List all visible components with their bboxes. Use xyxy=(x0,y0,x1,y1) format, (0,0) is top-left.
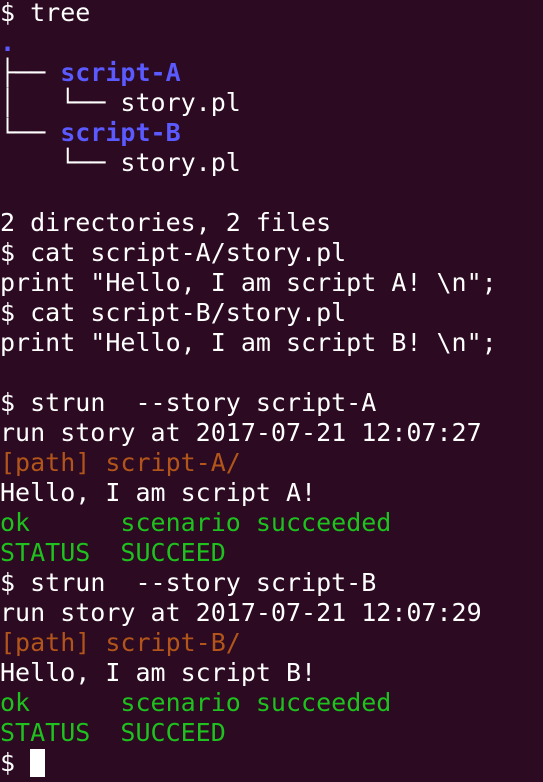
tree-entry-file-a: │ └── story.pl xyxy=(0,88,543,118)
run-result-line: ok scenario succeeded xyxy=(0,688,543,718)
cursor-block[interactable] xyxy=(30,749,46,777)
prompt-symbol: $ xyxy=(0,238,31,267)
terminal-line-cat-b-cmd: $ cat script-B/story.pl xyxy=(0,298,543,328)
status-spacer xyxy=(90,718,120,747)
terminal-line-cat-a-output: print "Hello, I am script A! \n"; xyxy=(0,268,497,297)
run-path: [path] script-A/ xyxy=(0,448,241,477)
terminal-line-strun-b-cmd: $ strun --story script-B xyxy=(0,568,543,598)
result-spacer xyxy=(30,688,120,717)
status-value: SUCCEED xyxy=(120,538,226,567)
terminal-line-cat-a-cmd: $ cat script-A/story.pl xyxy=(0,238,543,268)
result-ok: ok xyxy=(0,508,31,537)
terminal-line-active-prompt[interactable]: $ xyxy=(0,748,543,778)
command-text: strun --story script-B xyxy=(30,568,377,597)
status-spacer xyxy=(90,538,120,567)
command-text: cat script-B/story.pl xyxy=(30,298,347,327)
tree-entry-dir-a: ├── script-A xyxy=(0,58,543,88)
run-output: Hello, I am script B! xyxy=(0,658,317,687)
prompt-symbol: $ xyxy=(0,568,31,597)
tree-entry-file-b: └── story.pl xyxy=(0,148,543,178)
status-value: SUCCEED xyxy=(120,718,226,747)
tree-file-name: story.pl xyxy=(120,88,241,117)
result-scenario: scenario succeeded xyxy=(120,688,392,717)
tree-dir-name: script-A xyxy=(60,58,181,87)
prompt-symbol: $ xyxy=(0,388,31,417)
run-output: Hello, I am script A! xyxy=(0,478,317,507)
tree-summary: 2 directories, 2 files xyxy=(0,208,332,237)
run-timestamp: run story at 2017-07-21 12:07:29 xyxy=(0,598,482,627)
prompt-symbol: $ xyxy=(0,0,31,27)
tree-branch-glyph: └── xyxy=(0,118,61,147)
tree-file-name: story.pl xyxy=(120,148,241,177)
run-status-line: STATUS SUCCEED xyxy=(0,718,543,748)
command-text: tree xyxy=(30,0,91,27)
tree-branch-glyph: ├── xyxy=(0,58,61,87)
terminal-window[interactable]: $ tree . ├── script-A │ └── story.pl └──… xyxy=(0,0,543,782)
tree-root: . xyxy=(0,28,16,57)
status-label: STATUS xyxy=(0,538,91,567)
run-status-line: STATUS SUCCEED xyxy=(0,538,543,568)
status-label: STATUS xyxy=(0,718,91,747)
command-text: cat script-A/story.pl xyxy=(30,238,347,267)
tree-branch-glyph: └── xyxy=(0,148,121,177)
result-spacer xyxy=(30,508,120,537)
run-path: [path] script-B/ xyxy=(0,628,241,657)
run-result-line: ok scenario succeeded xyxy=(0,508,543,538)
terminal-line-tree-cmd: $ tree xyxy=(0,0,543,28)
terminal-line-cat-b-output: print "Hello, I am script B! \n"; xyxy=(0,328,497,357)
tree-branch-glyph: │ └── xyxy=(0,88,121,117)
tree-entry-dir-b: └── script-B xyxy=(0,118,543,148)
command-text: strun --story script-A xyxy=(30,388,377,417)
prompt-symbol: $ xyxy=(0,748,31,777)
result-ok: ok xyxy=(0,688,31,717)
terminal-line-strun-a-cmd: $ strun --story script-A xyxy=(0,388,543,418)
run-timestamp: run story at 2017-07-21 12:07:27 xyxy=(0,418,482,447)
tree-dir-name: script-B xyxy=(60,118,181,147)
prompt-symbol: $ xyxy=(0,298,31,327)
result-scenario: scenario succeeded xyxy=(120,508,392,537)
